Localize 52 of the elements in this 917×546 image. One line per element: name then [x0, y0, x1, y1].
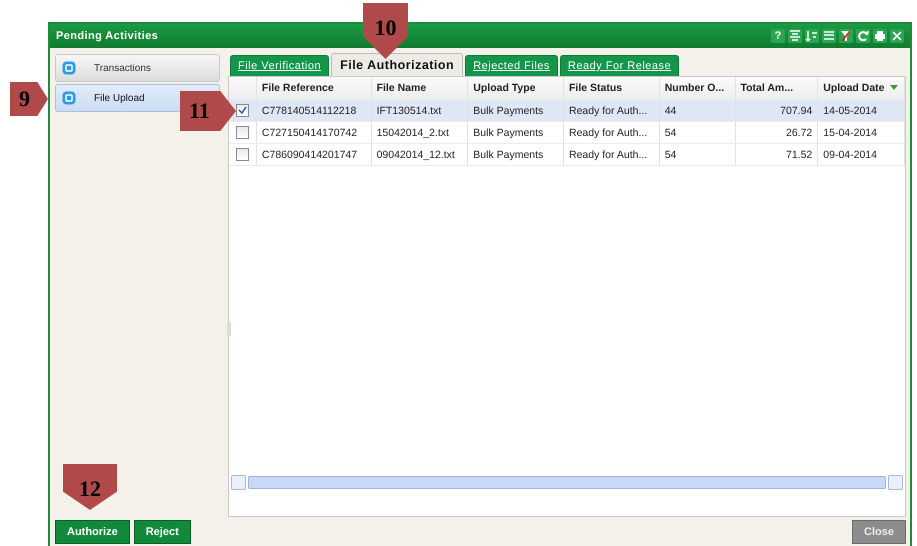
checkbox[interactable]: [236, 148, 249, 161]
close-icon[interactable]: [890, 29, 904, 43]
table-row[interactable]: C727150414170742 15042014_2.txt Bulk Payments Ready for Auth... 54 26.72 15-04-2014: [229, 122, 905, 144]
table-cell: Bulk Payments: [468, 144, 564, 165]
checkbox[interactable]: [236, 126, 249, 139]
table-cell: 15-04-2014: [818, 122, 906, 143]
table-cell: 707.94: [736, 100, 818, 121]
sidebar-item[interactable]: Transactions: [55, 54, 220, 82]
table-cell: 14-05-2014: [818, 100, 906, 121]
column-header[interactable]: Total Am...: [736, 77, 818, 99]
table-cell: C786090414201747: [256, 144, 372, 165]
square-icon: [62, 91, 76, 105]
tab[interactable]: File Authorization: [331, 53, 464, 76]
table-cell: 26.72: [736, 122, 818, 143]
table-cell: Bulk Payments: [468, 100, 564, 121]
reject-button[interactable]: Reject: [134, 520, 191, 544]
table-cell: IFT130514.txt: [372, 100, 468, 121]
column-header[interactable]: Number O...: [660, 77, 736, 99]
tab[interactable]: Ready For Release: [560, 55, 680, 76]
column-header[interactable]: Upload Date: [818, 77, 906, 99]
authorize-button[interactable]: Authorize: [55, 520, 130, 544]
tab[interactable]: File Verification: [230, 55, 330, 76]
filter-icon[interactable]: [839, 29, 853, 43]
table-cell: C778140514112218: [256, 100, 372, 121]
table-cell: 54: [660, 144, 736, 165]
table-cell: 09-04-2014: [818, 144, 906, 165]
table-cell: Ready for Auth...: [564, 100, 660, 121]
table-cell: C727150414170742: [256, 122, 372, 143]
column-header[interactable]: File Name: [372, 77, 468, 99]
columns-icon[interactable]: [822, 29, 836, 43]
table-cell: 09042014_12.txt: [372, 144, 468, 165]
table-cell: 15042014_2.txt: [372, 122, 468, 143]
window-title: Pending Activities: [56, 30, 160, 42]
table-cell: Ready for Auth...: [564, 144, 660, 165]
list-icon[interactable]: [788, 29, 802, 43]
column-header[interactable]: File Status: [564, 77, 660, 99]
column-header[interactable]: Upload Type: [468, 77, 564, 99]
table-cell: Ready for Auth...: [564, 122, 660, 143]
table-cell: 44: [660, 100, 736, 121]
table-cell: 54: [660, 122, 736, 143]
tab[interactable]: Rejected Files: [465, 55, 558, 76]
table-row[interactable]: C786090414201747 09042014_12.txt Bulk Payments Ready for Auth... 54 71.52 09-04-2014: [229, 144, 905, 166]
sort-icon[interactable]: [805, 29, 819, 43]
horizontal-scrollbar[interactable]: [231, 475, 903, 490]
table-cell: 71.52: [736, 144, 818, 165]
checkbox[interactable]: [236, 104, 249, 117]
refresh-icon[interactable]: [856, 29, 870, 43]
column-header[interactable]: File Reference: [256, 77, 372, 99]
table-row[interactable]: C778140514112218 IFT130514.txt Bulk Payments Ready for Auth... 44 707.94 14-05-2014: [229, 100, 905, 122]
step-tooltip: 9: [10, 82, 48, 116]
square-icon: [62, 61, 76, 75]
table-cell: Bulk Payments: [468, 122, 564, 143]
